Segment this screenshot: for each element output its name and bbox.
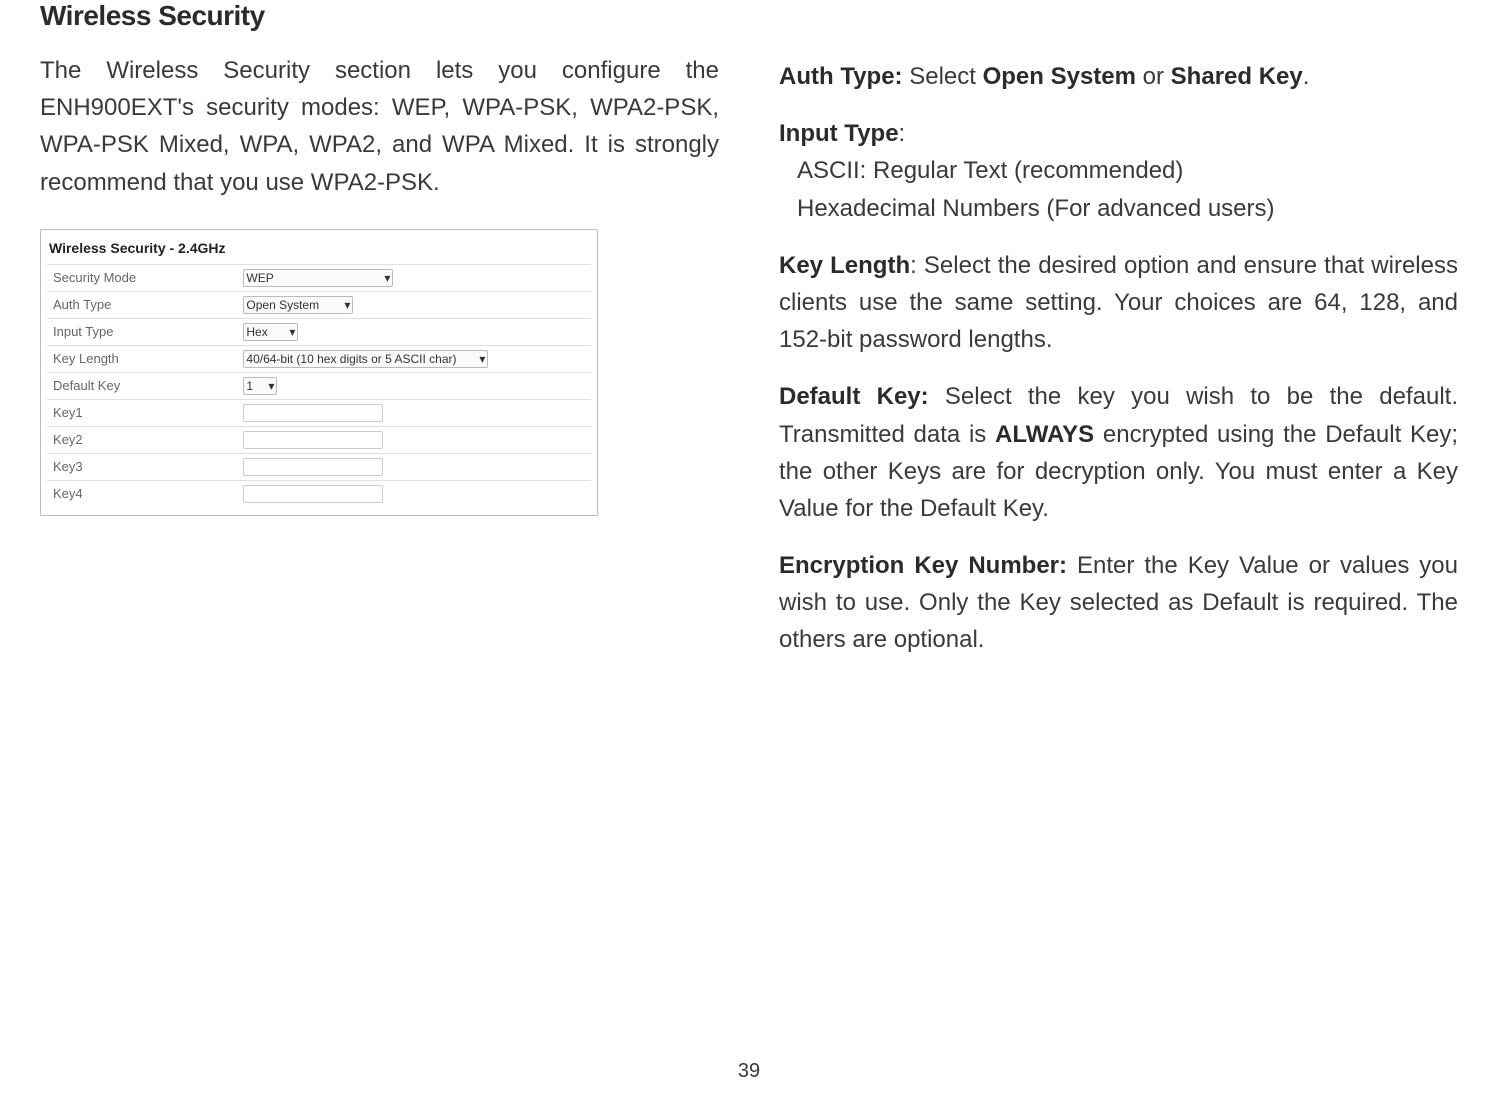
key3-input[interactable] (243, 458, 383, 476)
input-type-strong: Input Type (779, 120, 899, 147)
input-type-heading: Input Type: (779, 115, 1458, 152)
chevron-down-icon: ▾ (268, 379, 274, 393)
key4-input[interactable] (243, 485, 383, 503)
default-key-paragraph: Default Key: Select the key you wish to … (779, 378, 1458, 527)
encryption-key-paragraph: Encryption Key Number: Enter the Key Val… (779, 547, 1458, 659)
panel-title: Wireless Security - 2.4GHz (47, 236, 591, 264)
key-length-paragraph: Key Length: Select the desired option an… (779, 247, 1458, 359)
settings-panel-screenshot: Wireless Security - 2.4GHz Security Mode… (40, 229, 598, 516)
label-key-length: Key Length (47, 345, 237, 372)
label-key3: Key3 (47, 453, 237, 480)
key1-input[interactable] (243, 404, 383, 422)
section-heading: Wireless Security (40, 0, 719, 32)
label-input-type: Input Type (47, 318, 237, 345)
key-length-value: 40/64-bit (10 hex digits or 5 ASCII char… (246, 352, 456, 366)
intro-paragraph: The Wireless Security section lets you c… (40, 52, 719, 201)
settings-table: Security Mode WEP ▾ Auth Type Open Syste… (47, 264, 591, 507)
shared-key-strong: Shared Key (1171, 63, 1303, 90)
auth-type-label-strong: Auth Type: (779, 63, 909, 90)
label-key1: Key1 (47, 399, 237, 426)
default-key-value: 1 (246, 379, 253, 393)
input-type-colon: : (899, 120, 906, 147)
auth-type-paragraph: Auth Type: Select Open System or Shared … (779, 58, 1458, 95)
row-key4: Key4 (47, 480, 591, 507)
auth-type-text1: Select (909, 63, 982, 90)
label-security-mode: Security Mode (47, 264, 237, 291)
row-input-type: Input Type Hex ▾ (47, 318, 591, 345)
auth-type-select[interactable]: Open System ▾ (243, 296, 353, 314)
encryption-key-strong: Encryption Key Number: (779, 552, 1077, 579)
row-auth-type: Auth Type Open System ▾ (47, 291, 591, 318)
security-mode-value: WEP (246, 271, 273, 285)
chevron-down-icon: ▾ (479, 352, 485, 366)
key2-input[interactable] (243, 431, 383, 449)
row-key2: Key2 (47, 426, 591, 453)
label-default-key: Default Key (47, 372, 237, 399)
row-default-key: Default Key 1 ▾ (47, 372, 591, 399)
input-type-hex: Hexadecimal Numbers (For advanced users) (779, 190, 1458, 227)
security-mode-select[interactable]: WEP ▾ (243, 269, 393, 287)
row-key3: Key3 (47, 453, 591, 480)
input-type-ascii: ASCII: Regular Text (recommended) (779, 152, 1458, 189)
chevron-down-icon: ▾ (344, 298, 350, 312)
row-security-mode: Security Mode WEP ▾ (47, 264, 591, 291)
default-key-select[interactable]: 1 ▾ (243, 377, 277, 395)
auth-type-or: or (1136, 63, 1171, 90)
chevron-down-icon: ▾ (384, 271, 390, 285)
label-auth-type: Auth Type (47, 291, 237, 318)
chevron-down-icon: ▾ (289, 325, 295, 339)
label-key2: Key2 (47, 426, 237, 453)
key-length-select[interactable]: 40/64-bit (10 hex digits or 5 ASCII char… (243, 350, 488, 368)
input-type-select[interactable]: Hex ▾ (243, 323, 298, 341)
auth-type-value: Open System (246, 298, 319, 312)
row-key1: Key1 (47, 399, 591, 426)
label-key4: Key4 (47, 480, 237, 507)
page-number: 39 (0, 1060, 1498, 1083)
default-key-strong: Default Key: (779, 383, 945, 410)
row-key-length: Key Length 40/64-bit (10 hex digits or 5… (47, 345, 591, 372)
auth-type-period: . (1303, 63, 1310, 90)
open-system-strong: Open System (983, 63, 1136, 90)
input-type-value: Hex (246, 325, 267, 339)
always-strong: ALWAYS (995, 421, 1094, 448)
key-length-strong: Key Length (779, 252, 910, 279)
